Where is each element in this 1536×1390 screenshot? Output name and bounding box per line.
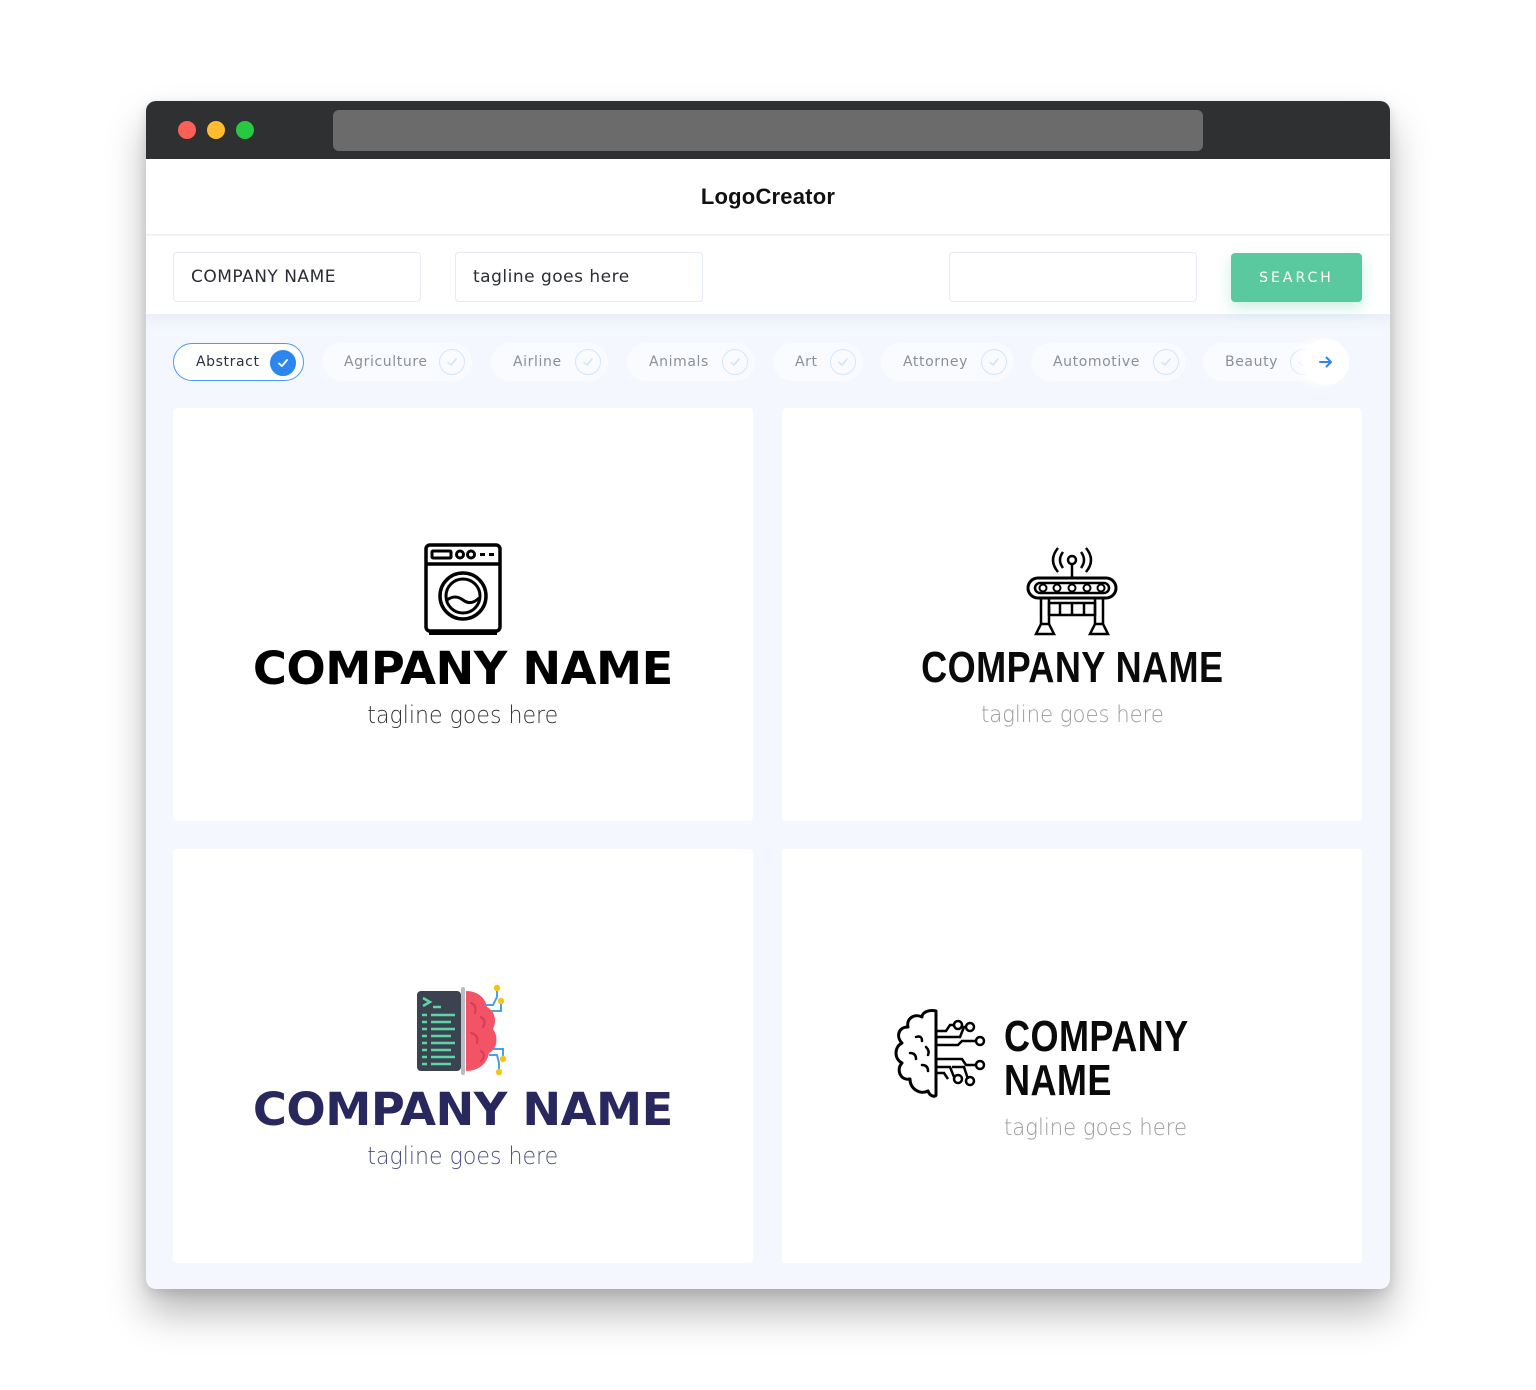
logo-company-name: COMPANY NAME [253, 1083, 673, 1136]
category-chip-airline[interactable]: Airline [491, 343, 608, 381]
logo-tagline: tagline goes here [367, 1142, 559, 1170]
address-bar[interactable] [333, 110, 1203, 151]
search-bar: SEARCH [146, 236, 1390, 314]
company-name-input[interactable] [173, 252, 421, 302]
logo-company-name: COMPANY NAME [253, 642, 673, 695]
site-header: LogoCreator [146, 159, 1390, 235]
category-filter-bar: Abstract Agriculture Airline Animals Art [173, 343, 1363, 381]
search-button[interactable]: SEARCH [1231, 253, 1362, 302]
category-chip-art[interactable]: Art [773, 343, 863, 381]
brand-logo[interactable]: LogoCreator [701, 184, 835, 210]
category-chip-animals[interactable]: Animals [627, 343, 755, 381]
category-chip-label: Automotive [1053, 354, 1140, 370]
category-chip-label: Attorney [903, 354, 968, 370]
category-chip-label: Airline [513, 354, 562, 370]
logo-card[interactable]: COMPANY NAME tagline goes here [173, 849, 753, 1263]
check-icon [439, 349, 465, 375]
conveyor-antenna-icon [1026, 547, 1118, 636]
logo-tagline: tagline goes here [367, 701, 559, 729]
tagline-input[interactable] [455, 252, 703, 302]
logo-tagline: tagline goes here [1004, 1115, 1187, 1141]
category-chip-label: Agriculture [344, 354, 428, 370]
washing-machine-icon [424, 543, 502, 635]
category-chip-label: Art [795, 354, 818, 370]
logo-company-name: COMPANY NAME [1004, 1012, 1188, 1105]
check-icon [270, 350, 296, 376]
next-categories-button[interactable] [1303, 339, 1349, 385]
category-chip-label: Abstract [196, 354, 260, 370]
close-window-button[interactable] [178, 121, 196, 139]
category-chip-label: Animals [649, 354, 709, 370]
circuit-brain-icon [894, 1009, 986, 1098]
logo-card[interactable]: COMPANY NAME tagline goes here [782, 849, 1362, 1263]
arrow-right-icon [1319, 356, 1332, 368]
check-icon [981, 349, 1007, 375]
keyword-input[interactable] [949, 252, 1197, 302]
maximize-window-button[interactable] [236, 121, 254, 139]
title-bar [146, 101, 1390, 159]
check-icon [830, 349, 856, 375]
category-chip-agriculture[interactable]: Agriculture [322, 343, 472, 381]
check-icon [575, 349, 601, 375]
logo-company-name: COMPANY NAME [920, 643, 1224, 692]
logo-card[interactable]: COMPANY NAME tagline goes here [782, 408, 1362, 821]
check-icon [1153, 349, 1179, 375]
code-brain-icon [417, 984, 507, 1076]
category-chip-attorney[interactable]: Attorney [881, 343, 1014, 381]
logo-tagline: tagline goes here [980, 702, 1164, 728]
check-icon [722, 349, 748, 375]
category-chip-abstract[interactable]: Abstract [173, 343, 304, 381]
minimize-window-button[interactable] [207, 121, 225, 139]
browser-window: LogoCreator SEARCH Abstract Agriculture … [146, 101, 1390, 1289]
category-chip-label: Beauty [1225, 354, 1279, 370]
logo-card[interactable]: COMPANY NAME tagline goes here [173, 408, 753, 821]
category-chip-automotive[interactable]: Automotive [1031, 343, 1186, 381]
